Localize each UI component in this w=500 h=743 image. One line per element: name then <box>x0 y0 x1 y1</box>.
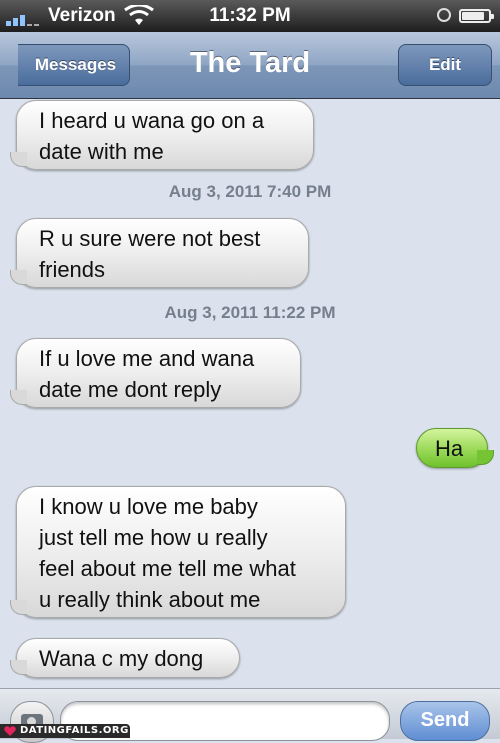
navigation-bar: Messages The Tard Edit <box>0 32 500 99</box>
watermark-banner: DATINGFAILS.ORG <box>0 724 130 738</box>
battery-icon <box>459 9 494 23</box>
message-line: If u love me and wana <box>39 346 255 371</box>
message-line: R u sure were not best <box>39 226 261 251</box>
send-button[interactable]: Send <box>400 701 490 741</box>
edit-button-label: Edit <box>428 55 462 74</box>
message-bubble-incoming[interactable]: I heard u wana go on a date with me <box>10 100 314 170</box>
alarm-icon <box>437 8 451 22</box>
heart-icon <box>4 726 16 736</box>
message-thread[interactable]: I heard u wana go on a date with me Aug … <box>0 98 500 688</box>
message-timestamp: Aug 3, 2011 11:22 PM <box>164 303 336 322</box>
watermark-text: DATINGFAILS.ORG <box>20 725 129 736</box>
message-line: feel about me tell me what <box>39 556 296 581</box>
message-line: Ha <box>435 436 464 461</box>
message-line: u really think about me <box>39 587 261 612</box>
back-button-label: Messages <box>34 55 117 74</box>
message-line: I know u love me baby <box>39 494 258 519</box>
message-line: date me dont reply <box>39 377 222 402</box>
message-line: friends <box>39 257 106 282</box>
status-time: 11:32 PM <box>209 5 291 26</box>
message-bubble-incoming[interactable]: R u sure were not best friends <box>10 218 309 288</box>
status-bar: Verizon 11:32 PM <box>0 0 500 32</box>
message-line: date with me <box>39 139 164 164</box>
message-line: I heard u wana go on a <box>39 108 265 133</box>
message-bubble-incoming[interactable]: Wana c my dong <box>10 638 240 678</box>
message-bubble-outgoing[interactable]: Ha <box>416 428 494 468</box>
message-bubble-incoming[interactable]: If u love me and wana date me dont reply <box>10 338 301 408</box>
message-line: just tell me how u really <box>39 525 268 550</box>
edit-button[interactable]: Edit <box>398 44 492 86</box>
message-line: Wana c my dong <box>39 646 204 671</box>
message-bubble-incoming[interactable]: I know u love me baby just tell me how u… <box>10 486 346 618</box>
message-timestamp: Aug 3, 2011 7:40 PM <box>168 182 332 201</box>
